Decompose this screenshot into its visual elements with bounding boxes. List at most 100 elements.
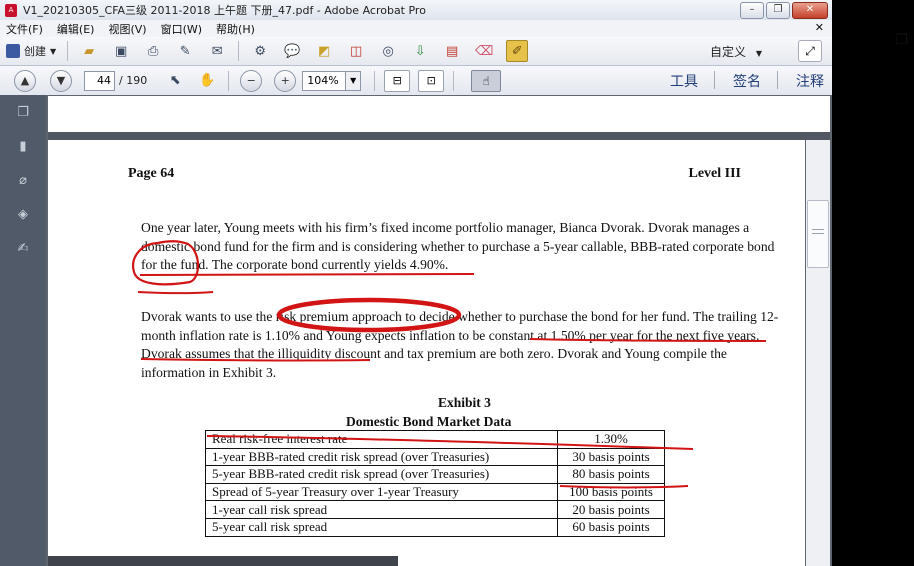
pdf-page: Page 64 Level III One year later, Young …	[48, 140, 805, 566]
outer-black-margin: ❐	[832, 0, 914, 566]
menu-window[interactable]: 窗口(W)	[161, 21, 202, 37]
toolbar-separator	[67, 41, 69, 61]
full-screen-icon[interactable]: ⊡	[418, 69, 445, 92]
create-button[interactable]: 创建 ▼	[6, 43, 56, 59]
previous-page-bottom	[48, 96, 830, 132]
table-cell-label: Spread of 5-year Treasury over 1-year Tr…	[205, 482, 558, 502]
window-title: V1_20210305_CFA三级 2011-2018 上午题 下册_47.pd…	[23, 4, 426, 17]
open-folder-icon[interactable]: ▰	[79, 41, 99, 61]
table-cell-value: 60 basis points	[557, 517, 665, 537]
hand-tool-icon[interactable]: ✋	[197, 71, 217, 91]
page-total: / 190	[119, 74, 148, 87]
pane-separator	[714, 71, 715, 89]
navigation-pane: ❐ ▮ ⌀ ◈ ✍	[0, 95, 46, 566]
comment-pane-link[interactable]: 注释	[796, 71, 824, 91]
table-cell-label: 1-year BBB-rated credit risk spread (ove…	[205, 447, 558, 467]
scrollbar-thumb[interactable]	[807, 200, 829, 268]
export-icon[interactable]: ⇩	[410, 41, 430, 61]
create-label: 创建	[24, 45, 46, 58]
ink-underline-yield	[137, 291, 214, 295]
search-document-icon[interactable]: ◎	[378, 41, 398, 61]
zoom-in-icon[interactable]: +	[274, 69, 297, 92]
print-icon[interactable]: ⎙	[143, 41, 163, 61]
page-header-number: Page 64	[128, 166, 175, 181]
zoom-input[interactable]: 104%	[302, 70, 347, 91]
zoom-dropdown-icon[interactable]: ▼	[346, 70, 362, 91]
pane-separator	[777, 71, 778, 89]
main-toolbar: 创建 ▼ ▰ ▣ ⎙ ✎ ✉ ⚙ 💬 ◩ ◫ ◎ ⇩ ▤ ⌫ ✐ 自定义 ▼ ⤢	[0, 37, 832, 66]
exhibit-number: Exhibit 3	[438, 395, 491, 410]
highlighter-pen-icon[interactable]: ✐	[506, 40, 529, 62]
menu-file[interactable]: 文件(F)	[6, 21, 43, 37]
toolbar-separator	[238, 41, 240, 61]
chevron-down-icon: ▼	[755, 49, 762, 58]
page-gap	[48, 132, 830, 140]
table-row: 5-year call risk spread 60 basis points	[205, 517, 665, 537]
page-number-input[interactable]: 44	[84, 70, 115, 91]
acrobat-window: A V1_20210305_CFA三级 2011-2018 上午题 下册_47.…	[0, 0, 832, 566]
table-cell-value: 100 basis points	[557, 482, 665, 502]
previous-page-icon[interactable]: ▲	[14, 69, 36, 92]
table-cell-label: 5-year BBB-rated credit risk spread (ove…	[205, 465, 558, 484]
highlight-comment-icon[interactable]: ◩	[314, 41, 334, 61]
toolbar-separator	[453, 70, 455, 91]
exhibit-title: Domestic Bond Market Data	[346, 414, 512, 429]
close-icon[interactable]: ✕	[792, 2, 828, 19]
menu-help[interactable]: 帮助(H)	[216, 21, 255, 37]
table-cell-value: 80 basis points	[557, 465, 665, 484]
table-cell-label: 5-year call risk spread	[205, 517, 558, 537]
status-overlay-bar	[48, 556, 398, 566]
table-row: Real risk-free interest rate 1.30%	[205, 430, 665, 449]
attachments-paperclip-icon[interactable]: ⌀	[15, 173, 31, 189]
exhibit-table: Real risk-free interest rate 1.30% 1-year…	[205, 430, 665, 537]
paragraph-1: One year later, Young meets with his fir…	[141, 220, 775, 272]
paragraph-2: Dvorak wants to use the risk premium app…	[141, 309, 779, 380]
signatures-icon[interactable]: ✍	[15, 241, 31, 257]
table-row: 1-year BBB-rated credit risk spread (ove…	[205, 447, 665, 467]
table-row: 5-year BBB-rated credit risk spread (ove…	[205, 465, 665, 484]
table-cell-label: 1-year call risk spread	[205, 500, 558, 519]
restore-icon[interactable]: ❐	[766, 2, 790, 19]
next-page-icon[interactable]: ▼	[50, 69, 72, 92]
delete-page-icon[interactable]: ◫	[346, 41, 366, 61]
menu-bar: 文件(F) 编辑(E) 视图(V) 窗口(W) 帮助(H) ✕	[0, 20, 832, 37]
eraser-icon[interactable]: ⌫	[474, 41, 494, 61]
expand-icon[interactable]: ⤢	[798, 40, 822, 62]
page-header-level: Level III	[688, 166, 742, 181]
table-cell-value: 30 basis points	[557, 447, 665, 467]
create-icon	[6, 44, 20, 58]
select-cursor-icon[interactable]: ⬉	[165, 71, 185, 91]
table-cell-label: Real risk-free interest rate	[205, 430, 558, 449]
menu-edit[interactable]: 编辑(E)	[57, 21, 95, 37]
close-document-icon[interactable]: ✕	[815, 21, 824, 34]
minimize-icon[interactable]: –	[740, 2, 764, 19]
read-mode-hand-icon[interactable]: ☝	[471, 69, 502, 92]
comment-icon[interactable]: 💬	[282, 41, 302, 61]
window-controls: – ❐ ✕	[740, 2, 828, 19]
layers-icon[interactable]: ◈	[15, 207, 31, 223]
menu-view[interactable]: 视图(V)	[108, 21, 146, 37]
navigation-toolbar: ▲ ▼ 44 / 190 ⬉ ✋ − + 104% ▼ ⊟ ⊡ ☝ 工具 签名 …	[0, 66, 832, 96]
table-row: Spread of 5-year Treasury over 1-year Tr…	[205, 482, 665, 502]
toolbar-separator	[228, 70, 230, 91]
table-cell-value: 20 basis points	[557, 500, 665, 519]
vertical-scrollbar[interactable]	[806, 140, 830, 566]
form-icon[interactable]: ▤	[442, 41, 462, 61]
sign-pane-link[interactable]: 签名	[733, 71, 761, 91]
edit-document-icon[interactable]: ✎	[175, 41, 195, 61]
zoom-out-icon[interactable]: −	[240, 69, 263, 92]
chevron-down-icon: ▼	[50, 46, 57, 56]
customize-dropdown[interactable]: 自定义 ▼	[710, 43, 762, 60]
save-icon[interactable]: ▣	[111, 41, 131, 61]
page-thumbnails-icon[interactable]: ❐	[15, 105, 31, 121]
pane-links: 工具 签名 注释	[652, 71, 824, 91]
email-icon[interactable]: ✉	[207, 41, 227, 61]
tools-pane-link[interactable]: 工具	[670, 71, 698, 91]
settings-gear-icon[interactable]: ⚙	[250, 41, 270, 61]
bookmarks-icon[interactable]: ▮	[15, 139, 31, 155]
toolbar-separator	[374, 70, 376, 91]
customize-label: 自定义	[710, 45, 747, 59]
fit-page-icon[interactable]: ⊟	[384, 69, 411, 92]
table-cell-value: 1.30%	[557, 430, 665, 449]
ghost-window-icon: ❐	[895, 32, 908, 48]
